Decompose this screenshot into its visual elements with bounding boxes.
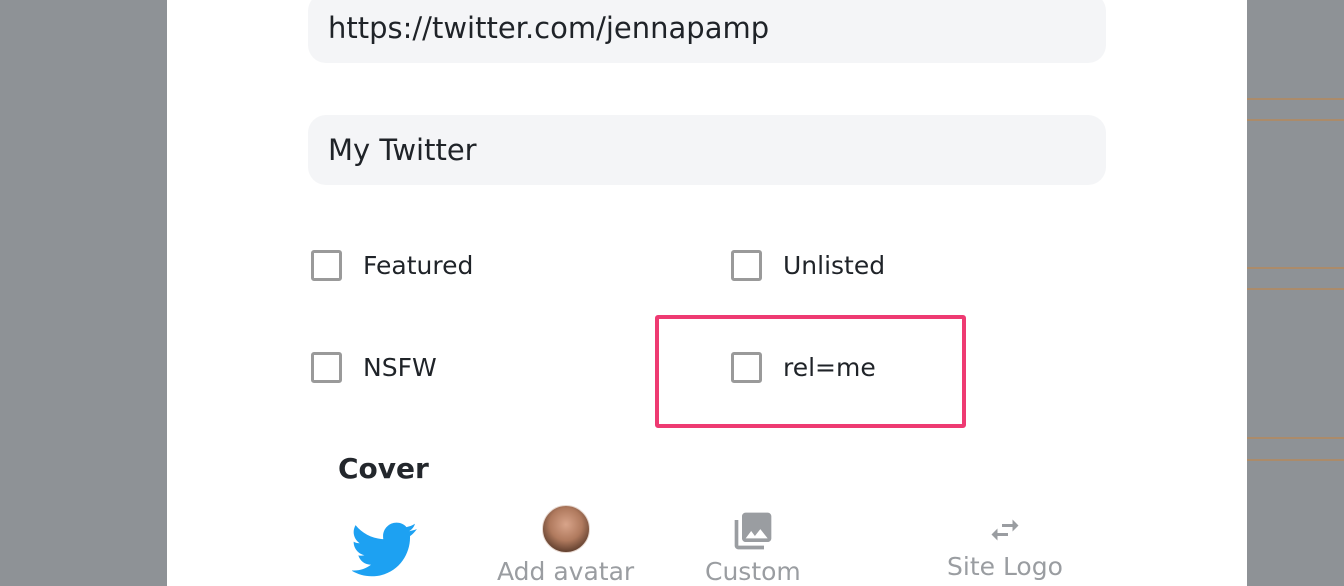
add-avatar-label: Add avatar bbox=[497, 557, 635, 586]
site-logo-label: Site Logo bbox=[947, 552, 1063, 581]
relme-highlight-box bbox=[655, 315, 966, 428]
nsfw-label: NSFW bbox=[363, 353, 437, 382]
twitter-bird-icon bbox=[352, 522, 417, 577]
background-divider bbox=[1247, 459, 1344, 461]
title-input-value: My Twitter bbox=[328, 133, 477, 167]
background-divider bbox=[1247, 119, 1344, 121]
unlisted-label: Unlisted bbox=[783, 251, 886, 280]
swap-arrows-icon bbox=[991, 519, 1019, 541]
nsfw-checkbox-row[interactable]: NSFW bbox=[311, 352, 437, 383]
cover-heading: Cover bbox=[338, 452, 429, 485]
nsfw-checkbox[interactable] bbox=[311, 352, 342, 383]
cover-option-add-avatar[interactable]: Add avatar bbox=[497, 505, 634, 586]
edit-link-modal bbox=[167, 0, 1247, 586]
background-divider bbox=[1247, 98, 1344, 100]
backdrop-right bbox=[1247, 0, 1344, 586]
cover-option-custom[interactable]: Custom bbox=[705, 509, 801, 586]
featured-checkbox-row[interactable]: Featured bbox=[311, 250, 473, 281]
background-divider bbox=[1247, 288, 1344, 290]
unlisted-checkbox[interactable] bbox=[731, 250, 762, 281]
unlisted-checkbox-row[interactable]: Unlisted bbox=[731, 250, 885, 281]
featured-label: Featured bbox=[363, 251, 474, 280]
cover-option-twitter[interactable] bbox=[352, 522, 418, 580]
background-divider bbox=[1247, 267, 1344, 269]
background-divider bbox=[1247, 437, 1344, 439]
url-input-value: https://twitter.com/jennapamp bbox=[328, 11, 770, 45]
featured-checkbox[interactable] bbox=[311, 250, 342, 281]
custom-label: Custom bbox=[705, 557, 801, 586]
image-gallery-icon bbox=[734, 512, 772, 550]
cover-option-site-logo[interactable]: Site Logo bbox=[947, 512, 1063, 581]
title-input[interactable]: My Twitter bbox=[308, 115, 1106, 185]
avatar bbox=[541, 505, 590, 553]
url-input[interactable]: https://twitter.com/jennapamp bbox=[308, 0, 1106, 63]
